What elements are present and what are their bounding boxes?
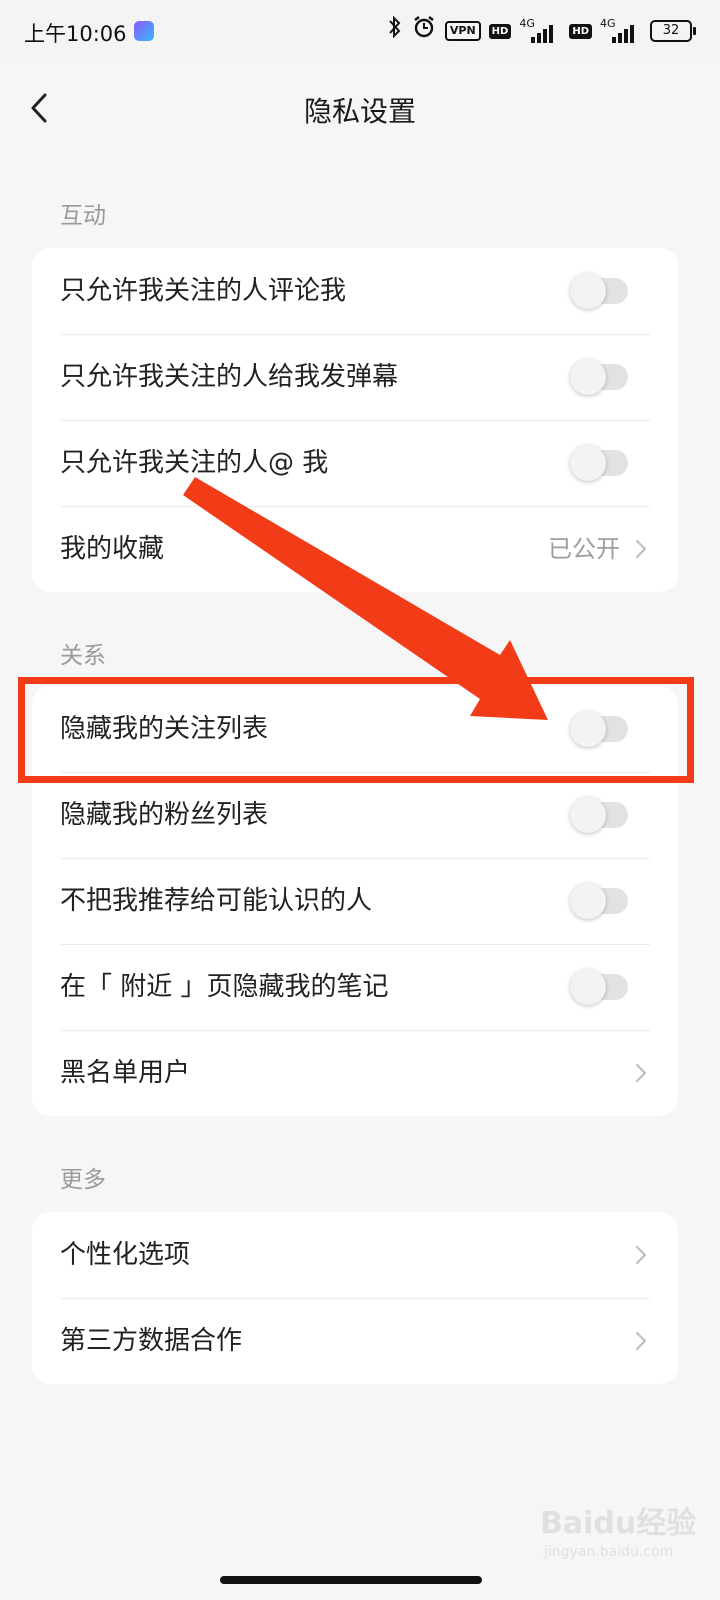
toggle-knob [570, 273, 606, 309]
hd-icon: HD [488, 23, 512, 39]
setting-row-hide-nearby: 在「 附近 」页隐藏我的笔记 [32, 944, 678, 1030]
status-time: 上午10:06 [24, 22, 127, 46]
setting-row-third-party[interactable]: 第三方数据合作 [32, 1298, 678, 1384]
toggle-switch[interactable] [570, 273, 628, 309]
setting-label: 第三方数据合作 [60, 1326, 243, 1356]
setting-label: 个性化选项 [60, 1240, 191, 1270]
alarm-icon [411, 14, 437, 48]
bluetooth-icon [387, 15, 403, 47]
toggle-knob [570, 797, 606, 833]
chevron-right-icon [634, 1062, 648, 1084]
setting-label: 只允许我关注的人评论我 [60, 276, 347, 306]
setting-label: 隐藏我的粉丝列表 [60, 800, 269, 830]
hd-icon: HD [569, 23, 592, 39]
nav-bar: 隐私设置 [0, 64, 720, 152]
toggle-switch[interactable] [570, 883, 628, 919]
chevron-right-icon [634, 538, 648, 560]
watermark-text: Baidu经验 [540, 1506, 697, 1541]
favorites-status-value: 已公开 [548, 535, 620, 563]
toggle-switch[interactable] [570, 969, 628, 1005]
toggle-switch[interactable] [570, 359, 628, 395]
toggle-knob [570, 969, 606, 1005]
setting-row-blacklist[interactable]: 黑名单用户 [32, 1030, 678, 1116]
setting-label: 隐藏我的关注列表 [60, 714, 269, 744]
signal-icon: 4G [519, 17, 561, 43]
page-title: 隐私设置 [303, 95, 416, 128]
setting-label: 我的收藏 [60, 534, 165, 564]
setting-row-mention: 只允许我关注的人@ 我 [32, 420, 678, 506]
interaction-card: 只允许我关注的人评论我 只允许我关注的人给我发弹幕 只允许我关注的人@ 我 我的… [32, 248, 678, 592]
relations-card: 隐藏我的关注列表 隐藏我的粉丝列表 不把我推荐给可能认识的人 在「 附近 」页隐… [32, 686, 678, 1116]
setting-row-no-recommend: 不把我推荐给可能认识的人 [32, 858, 678, 944]
setting-label: 黑名单用户 [60, 1058, 191, 1088]
setting-label: 在「 附近 」页隐藏我的笔记 [60, 972, 389, 1002]
chevron-right-icon [634, 1244, 648, 1266]
toggle-switch[interactable] [570, 711, 628, 747]
status-icons: VPN HD 4G HD 4G 32 [387, 14, 696, 48]
setting-row-hide-following: 隐藏我的关注列表 [32, 686, 678, 772]
app-notification-icon [134, 21, 154, 41]
toggle-switch[interactable] [570, 445, 628, 481]
toggle-knob [570, 711, 606, 747]
setting-row-favorites[interactable]: 我的收藏 已公开 [32, 506, 678, 592]
vpn-icon: VPN [444, 21, 481, 41]
setting-label: 只允许我关注的人给我发弹幕 [60, 362, 399, 392]
section-label-relations: 关系 [60, 643, 106, 669]
status-bar: 上午10:06 VPN HD 4G HD 4G 32 [0, 0, 720, 64]
battery-icon: 32 [650, 20, 696, 42]
more-card: 个性化选项 第三方数据合作 [32, 1212, 678, 1384]
setting-label: 只允许我关注的人@ 我 [60, 448, 329, 478]
toggle-knob [570, 883, 606, 919]
section-label-interaction: 互动 [60, 203, 106, 229]
setting-row-personalization[interactable]: 个性化选项 [32, 1212, 678, 1298]
section-label-more: 更多 [60, 1167, 106, 1193]
setting-row-hide-followers: 隐藏我的粉丝列表 [32, 772, 678, 858]
chevron-right-icon [634, 1330, 648, 1352]
setting-label: 不把我推荐给可能认识的人 [60, 886, 373, 916]
watermark-logo: Baidu经验 jingyan.baidu.com [520, 1488, 700, 1568]
setting-row-comment: 只允许我关注的人评论我 [32, 248, 678, 334]
toggle-switch[interactable] [570, 797, 628, 833]
setting-row-danmaku: 只允许我关注的人给我发弹幕 [32, 334, 678, 420]
toggle-knob [570, 445, 606, 481]
toggle-knob [570, 359, 606, 395]
home-indicator[interactable] [220, 1576, 482, 1584]
watermark-subtext: jingyan.baidu.com [544, 1544, 674, 1560]
signal-icon: 4G [600, 17, 642, 43]
